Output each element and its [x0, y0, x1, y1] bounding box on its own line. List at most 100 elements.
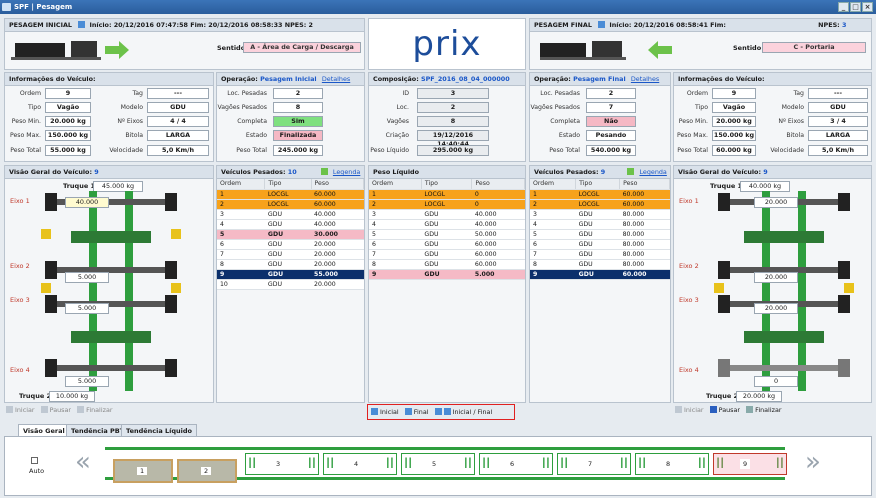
table-row[interactable]: 8 GDU 20.000 — [217, 259, 364, 270]
table-row[interactable]: 5 GDU 30.000 — [217, 229, 364, 240]
peso-liquido-table: Ordem Tipo Peso 1 LOCGL 0 2 LOCGL 0 3 GDU 40.000… — [369, 179, 525, 280]
table-row[interactable]: 6 GDU 20.000 — [217, 239, 364, 250]
wagon-3[interactable]: II 3 II — [245, 453, 319, 475]
table-row[interactable]: 8 GDU 80.000 — [530, 259, 670, 270]
minimize-button[interactable]: _ — [838, 2, 849, 12]
table-row[interactable]: 4 GDU 40.000 — [369, 219, 525, 230]
tag-value: --- — [147, 88, 209, 99]
scroll-left-icon[interactable]: « — [75, 449, 91, 475]
detalhes-link[interactable]: Detalhes — [322, 75, 350, 83]
cell: 8 — [530, 259, 576, 270]
iniciar-label: Iniciar — [15, 406, 35, 414]
tab-tendencia-liquido[interactable]: Tendência Líquido — [121, 424, 198, 436]
legenda-link[interactable]: Legenda — [333, 168, 360, 176]
pausar-label: Pausar — [49, 406, 72, 414]
pausar-button[interactable]: Pausar — [40, 406, 72, 416]
bitola-value: LARGA — [808, 130, 868, 141]
cell: 5 — [369, 229, 422, 240]
loco-number: 1 — [137, 467, 148, 475]
window-title: SPF | Pesagem — [14, 3, 73, 11]
bitola-label: Bitola — [786, 132, 804, 139]
scroll-right-icon[interactable]: » — [805, 449, 821, 475]
wagon-6[interactable]: II 6 II — [479, 453, 553, 475]
loc-pesadas-label: Loc. Pesadas — [227, 90, 267, 97]
tab-tendencia-pbt[interactable]: Tendência PBT — [66, 424, 130, 436]
table-row[interactable]: 9 GDU 60.000 — [530, 269, 670, 280]
peso-min-value: 20.000 kg — [45, 116, 91, 127]
close-button[interactable]: × — [862, 2, 873, 12]
pausar-label: Pausar — [718, 406, 741, 414]
table-row[interactable]: 2 LOCGL 60.000 — [217, 199, 364, 210]
table-row[interactable]: 4 GDU 40.000 — [217, 219, 364, 230]
window-title-bar: SPF | Pesagem _ □ × — [0, 0, 876, 14]
peso-liquido-title: Peso Líquido — [369, 166, 525, 179]
maximize-button[interactable]: □ — [850, 2, 861, 12]
wagon-8[interactable]: II 8 II — [635, 453, 709, 475]
wagon-5[interactable]: II 5 II — [401, 453, 475, 475]
wagon-7[interactable]: II 7 II — [557, 453, 631, 475]
detalhes-link[interactable]: Detalhes — [631, 75, 659, 83]
table-row[interactable]: 8 GDU 60.000 — [369, 259, 525, 270]
relatorio-final-button[interactable]: Final — [404, 408, 429, 418]
wagon-4[interactable]: II 4 II — [323, 453, 397, 475]
pesagem-inicial-header: PESAGEM INICIAL Início: 20/12/2016 07:47… — [4, 18, 365, 70]
iniciar-button[interactable]: Iniciar — [6, 406, 35, 416]
finalizar-button[interactable]: Finalizar — [77, 406, 113, 416]
table-row[interactable]: 5 GDU 80.000 — [530, 229, 670, 240]
ordem-value: 9 — [712, 88, 756, 99]
table-row[interactable]: 2 LOCGL 0 — [369, 199, 525, 210]
table-row[interactable]: 6 GDU 80.000 — [530, 239, 670, 250]
wagon-chassis-diagram-left — [41, 191, 181, 391]
visao-geral-title: Visão Geral do Veículo: 9 — [5, 166, 213, 179]
cell: 0 — [471, 189, 525, 200]
table-row[interactable]: 1 LOCGL 60.000 — [217, 189, 364, 200]
table-row[interactable]: 3 GDU 40.000 — [369, 209, 525, 220]
table-row[interactable]: 4 GDU 80.000 — [530, 219, 670, 230]
cell: 1 — [369, 189, 422, 200]
wagon-number: 4 — [354, 460, 359, 468]
edit-icon[interactable] — [78, 21, 86, 28]
cell: GDU — [264, 259, 312, 270]
completa-label: Completa — [550, 118, 580, 125]
table-row[interactable]: 7 GDU 80.000 — [530, 249, 670, 260]
visao-count: 9 — [763, 168, 768, 176]
table-row[interactable]: 1 LOCGL 0 — [369, 189, 525, 200]
table-row[interactable]: 7 GDU 20.000 — [217, 249, 364, 260]
col-ordem: Ordem — [217, 179, 266, 190]
table-row[interactable]: 9 GDU 55.000 — [217, 269, 364, 280]
truque1-label: Truque 1 — [63, 182, 96, 190]
wagon-9[interactable]: II 9 II — [713, 453, 787, 475]
criacao-value: 19/12/2016 14:40:44 — [417, 130, 489, 148]
locomotive-2[interactable]: 2 — [177, 459, 237, 483]
col-peso: Peso — [619, 179, 670, 190]
table-row[interactable]: 3 GDU 40.000 — [217, 209, 364, 220]
table-row[interactable]: 3 GDU 80.000 — [530, 209, 670, 220]
auto-checkbox[interactable] — [31, 457, 38, 464]
cell: GDU — [264, 279, 312, 290]
relatorio-inicial-button[interactable]: Inicial — [371, 408, 399, 418]
peso-liquido-value: 295.000 kg — [417, 145, 489, 156]
cell: GDU — [264, 269, 312, 280]
finalizar-button[interactable]: Finalizar — [746, 406, 782, 416]
table-row[interactable]: 5 GDU 50.000 — [369, 229, 525, 240]
table-row[interactable]: 1 LOCGL 60.000 — [530, 189, 670, 200]
cell: GDU — [575, 229, 620, 240]
table-row[interactable]: 10 GDU 20.000 — [217, 279, 364, 290]
cell: 80.000 — [619, 209, 670, 220]
tab-visao-geral[interactable]: Visão Geral — [18, 424, 70, 436]
bitola-label: Bitola — [125, 132, 143, 139]
table-row[interactable]: 9 GDU 5.000 — [369, 269, 525, 280]
legenda-link[interactable]: Legenda — [639, 168, 666, 176]
relatorio-inicial-final-button[interactable]: Inicial / Final — [434, 408, 492, 418]
visao-geral-panel-left: Visão Geral do Veículo: 9 Truque 1 45.00… — [4, 165, 214, 403]
locomotive-1[interactable]: 1 — [113, 459, 173, 483]
iniciar-button[interactable]: Iniciar — [675, 406, 704, 416]
table-row[interactable]: 7 GDU 60.000 — [369, 249, 525, 260]
table-row[interactable]: 2 LOCGL 60.000 — [530, 199, 670, 210]
cell: 80.000 — [619, 239, 670, 250]
eixo1-label: Eixo 1 — [679, 197, 699, 205]
col-ordem: Ordem — [369, 179, 422, 190]
pausar-button[interactable]: Pausar — [709, 406, 741, 416]
table-row[interactable]: 6 GDU 60.000 — [369, 239, 525, 250]
edit-icon[interactable] — [598, 21, 606, 28]
